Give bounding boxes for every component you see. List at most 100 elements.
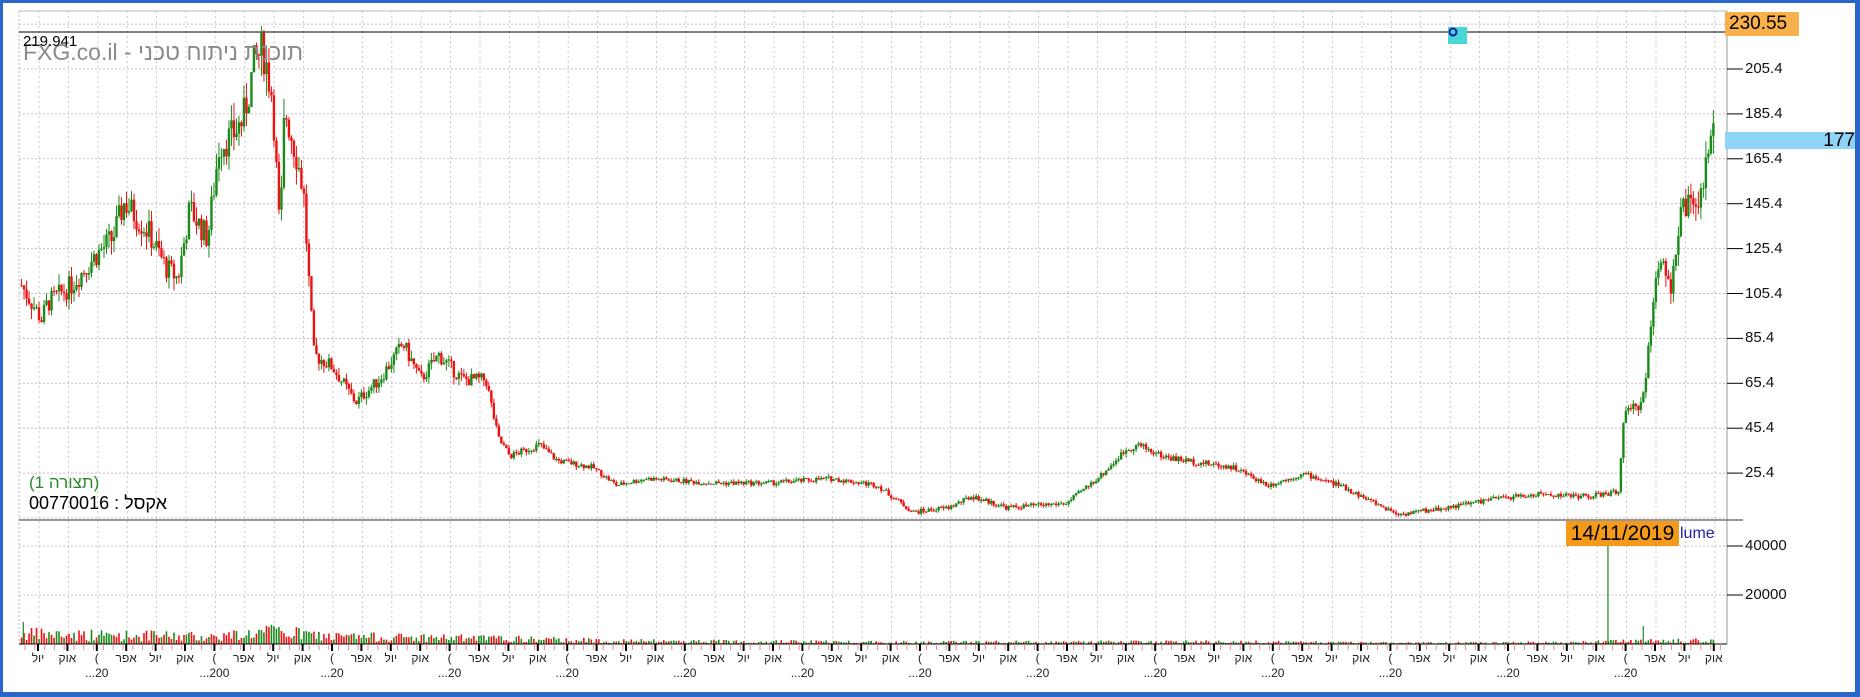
volume-bar (810, 640, 813, 644)
candle (705, 483, 708, 485)
volume-bar (1695, 638, 1697, 644)
candle (1667, 275, 1670, 280)
candle (1134, 444, 1138, 450)
candle (62, 291, 66, 294)
candle (245, 97, 248, 114)
volume-bar (555, 639, 558, 644)
candle (1299, 474, 1303, 478)
candle (1287, 478, 1290, 481)
x-month-label: אפר (1409, 651, 1431, 665)
volume-bar (1015, 640, 1017, 644)
volume-bar (575, 640, 578, 644)
candle (1189, 459, 1193, 462)
candle (1509, 497, 1513, 500)
candle (964, 497, 968, 499)
candle (1417, 510, 1420, 512)
candle (1337, 482, 1340, 486)
candle (1167, 455, 1170, 458)
candle (1484, 499, 1488, 501)
candle (552, 453, 556, 460)
x-month-label: יול (1090, 651, 1103, 665)
candle (60, 284, 63, 292)
candle (325, 366, 328, 368)
volume-bar (115, 636, 118, 644)
candle (897, 499, 900, 501)
candle (355, 401, 358, 405)
candle (327, 358, 331, 368)
candle (1217, 463, 1220, 467)
candle (874, 487, 878, 489)
candle (575, 461, 578, 467)
volume-bar (270, 624, 273, 644)
candle (1067, 500, 1070, 505)
volume-bar (505, 640, 508, 644)
candle (1524, 496, 1528, 498)
candle (405, 342, 408, 348)
candle (1359, 495, 1363, 497)
candle (357, 396, 361, 405)
candle (640, 479, 643, 482)
candle (1434, 507, 1438, 511)
candle (942, 507, 945, 509)
candle (765, 481, 768, 484)
chart-canvas[interactable] (3, 3, 1855, 692)
candle (1379, 504, 1383, 506)
volume-bar (248, 630, 250, 644)
volume-bar (483, 635, 485, 644)
candle (825, 476, 828, 479)
candle (1274, 484, 1278, 486)
candle (637, 481, 640, 483)
volume-bar (550, 638, 553, 644)
volume-bar (320, 640, 323, 644)
candle (1369, 498, 1373, 500)
candle (370, 387, 373, 391)
candle (597, 469, 601, 471)
candle (230, 120, 233, 129)
volume-bar (80, 635, 83, 644)
candle (1219, 466, 1223, 468)
x-month-label: אפר (703, 651, 725, 665)
candle (864, 481, 868, 486)
candle (1457, 503, 1460, 508)
volume-bar (398, 633, 400, 644)
candle (55, 291, 58, 293)
candle (652, 477, 655, 481)
candle (690, 479, 693, 482)
candle (1039, 503, 1043, 506)
candle (217, 156, 221, 169)
candle (1482, 499, 1485, 504)
candle (312, 310, 316, 346)
candle (1519, 494, 1523, 497)
candle (660, 479, 663, 481)
candle (485, 380, 488, 386)
volume-bar (1100, 640, 1102, 644)
volume-bar (168, 636, 170, 644)
volume-bar (450, 637, 453, 644)
volume-bar (1217, 640, 1220, 644)
x-month-label: אוק (646, 651, 665, 665)
candle (665, 477, 668, 480)
candle (832, 479, 835, 481)
candle (1584, 493, 1588, 496)
candle (907, 508, 910, 512)
candle (912, 510, 915, 512)
volume-bar (58, 631, 60, 644)
candle (642, 479, 645, 481)
candle (850, 480, 853, 483)
candle (177, 276, 181, 278)
y-tick-label: 185.4 (1745, 104, 1783, 122)
volume-bar (255, 633, 258, 644)
candle (1342, 484, 1345, 486)
candle (205, 220, 208, 246)
volume-bar (1692, 639, 1695, 644)
volume-bar (213, 635, 215, 644)
candle (855, 482, 858, 484)
candle (402, 346, 406, 348)
candle (317, 353, 321, 364)
volume-bar (300, 639, 303, 644)
candle (1339, 485, 1343, 487)
candle (807, 478, 810, 481)
candle (1294, 478, 1298, 480)
candle (510, 454, 513, 459)
volume-bar (193, 635, 195, 644)
